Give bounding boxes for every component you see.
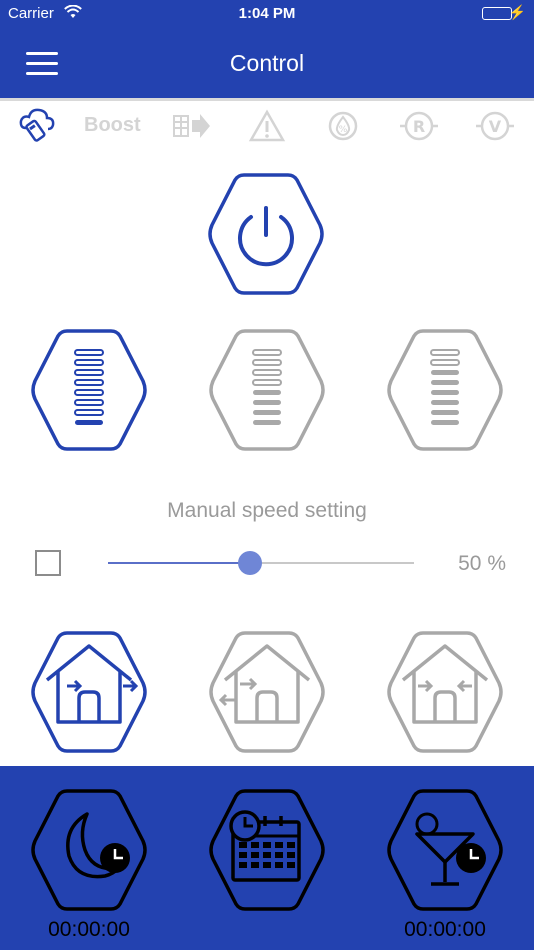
speed-low-button[interactable] [383, 326, 507, 454]
flow-in-button[interactable] [383, 628, 507, 756]
r-mode-icon: R [400, 111, 438, 141]
manual-speed-label: Manual speed setting [167, 499, 367, 522]
party-timer-value: 00:00:00 [404, 918, 486, 941]
nav-divider [0, 98, 534, 101]
party-timer-button[interactable] [383, 786, 507, 914]
tab-boost[interactable]: Boost [84, 114, 141, 137]
nav-bar: Control [0, 28, 534, 101]
power-button[interactable] [204, 170, 328, 298]
fan-heat-icon [173, 114, 210, 138]
warning-icon [248, 109, 286, 142]
calendar-timer-icon [209, 789, 325, 911]
speed-medium-icon [209, 329, 325, 451]
speed-full-button[interactable] [27, 326, 151, 454]
svg-text:V: V [489, 117, 502, 136]
battery-icon [482, 7, 512, 20]
clock: 1:04 PM [238, 5, 296, 22]
tab-warning[interactable] [248, 104, 286, 150]
house-flow-out-icon [31, 631, 147, 753]
speed-full-icon [31, 329, 147, 451]
night-timer-button[interactable] [27, 786, 151, 914]
slider-thumb[interactable] [238, 551, 263, 575]
tab-cloud-phone[interactable] [18, 104, 58, 150]
night-timer-icon [31, 789, 147, 911]
cloud-phone-icon [19, 108, 55, 142]
flow-out-button[interactable] [27, 628, 151, 756]
flow-through-button[interactable] [205, 628, 329, 756]
tab-r-mode[interactable]: R [398, 104, 440, 150]
house-flow-through-icon [209, 631, 325, 753]
calendar-timer-button[interactable] [205, 786, 329, 914]
slider-fill [108, 562, 251, 564]
speed-low-icon [387, 329, 503, 451]
page-title: Control [229, 50, 305, 76]
charging-icon: ⚡ [508, 4, 526, 20]
tab-fan-heat[interactable] [170, 104, 212, 150]
manual-speed-checkbox[interactable] [35, 550, 61, 576]
house-flow-in-icon [387, 631, 503, 753]
tab-humidity[interactable]: % [325, 104, 361, 150]
night-timer-value: 00:00:00 [48, 918, 130, 941]
speed-medium-button[interactable] [205, 326, 329, 454]
svg-text:%: % [339, 125, 348, 135]
status-bar: Carrier 1:04 PM ⚡ [0, 0, 534, 28]
v-mode-icon: V [476, 111, 514, 141]
party-timer-icon [387, 789, 503, 911]
manual-speed-slider[interactable] [108, 550, 414, 576]
tab-v-mode[interactable]: V [474, 104, 516, 150]
manual-speed-value: 50 % [458, 552, 506, 575]
humidity-icon: % [328, 111, 358, 141]
svg-text:R: R [413, 117, 425, 136]
